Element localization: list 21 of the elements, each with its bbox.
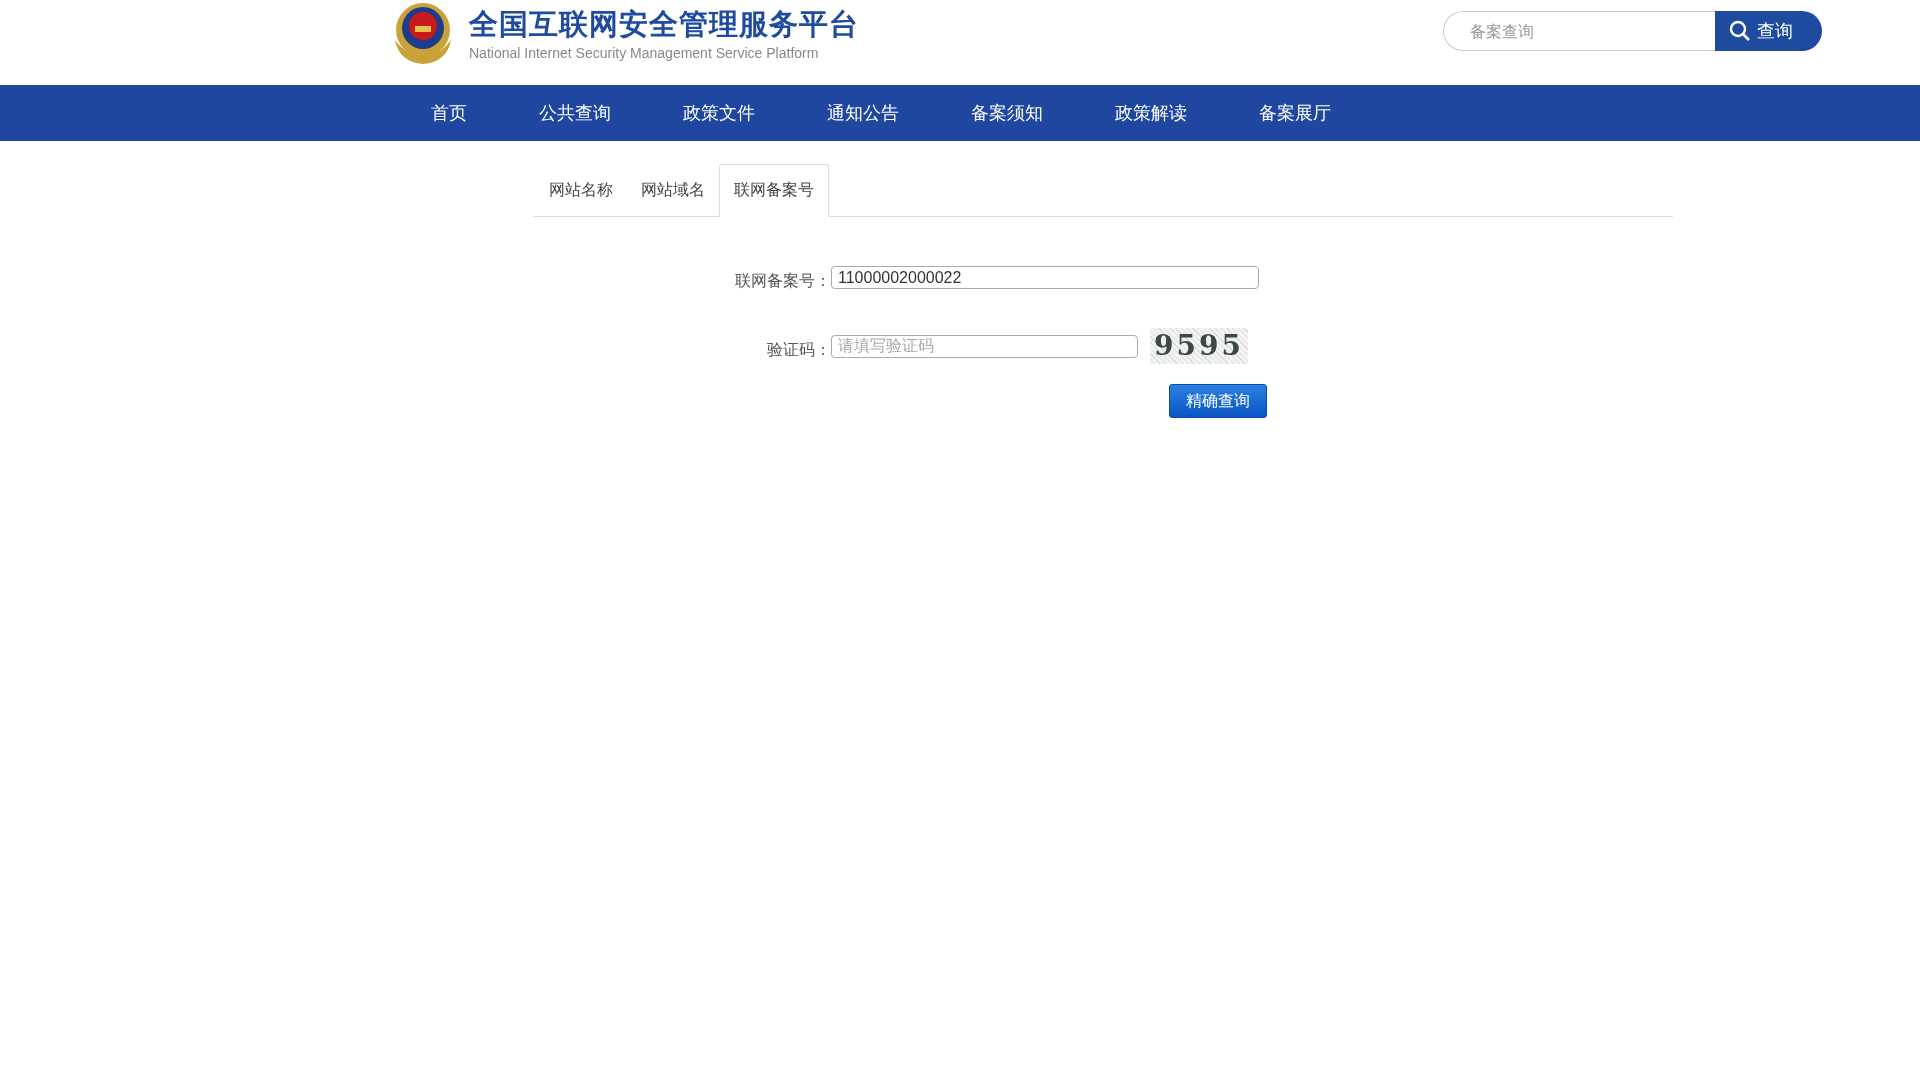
- nav-link[interactable]: 通知公告: [827, 101, 899, 125]
- search-icon: [1729, 20, 1751, 42]
- site-title: 全国互联网安全管理服务平台: [469, 6, 859, 42]
- captcha-image: 9595: [1150, 328, 1248, 364]
- captcha-label: 验证码：: [766, 338, 831, 361]
- nav-link[interactable]: 公共查询: [539, 101, 611, 125]
- record-number-field[interactable]: 11000002000022: [831, 266, 1259, 289]
- nav-link[interactable]: 备案须知: [971, 101, 1043, 125]
- search-button[interactable]: 查询: [1715, 11, 1822, 51]
- tab[interactable]: 联网备案号: [719, 164, 829, 217]
- captcha-field[interactable]: 请填写验证码: [831, 334, 1138, 358]
- tab[interactable]: 网站域名: [627, 164, 719, 217]
- site-subtitle: National Internet Security Management Service Platform: [469, 44, 820, 62]
- record-label: 联网备案号：: [734, 270, 831, 292]
- nav-link[interactable]: 政策文件: [683, 101, 755, 125]
- nav-link[interactable]: 首页: [431, 101, 467, 125]
- search-field[interactable]: 备案查询: [1443, 11, 1715, 51]
- tab[interactable]: 网站名称: [535, 164, 627, 217]
- nav-link[interactable]: 备案展厅: [1259, 101, 1331, 125]
- exact-search-button[interactable]: 精确查询: [1169, 384, 1267, 418]
- nav-link[interactable]: 政策解读: [1115, 101, 1187, 125]
